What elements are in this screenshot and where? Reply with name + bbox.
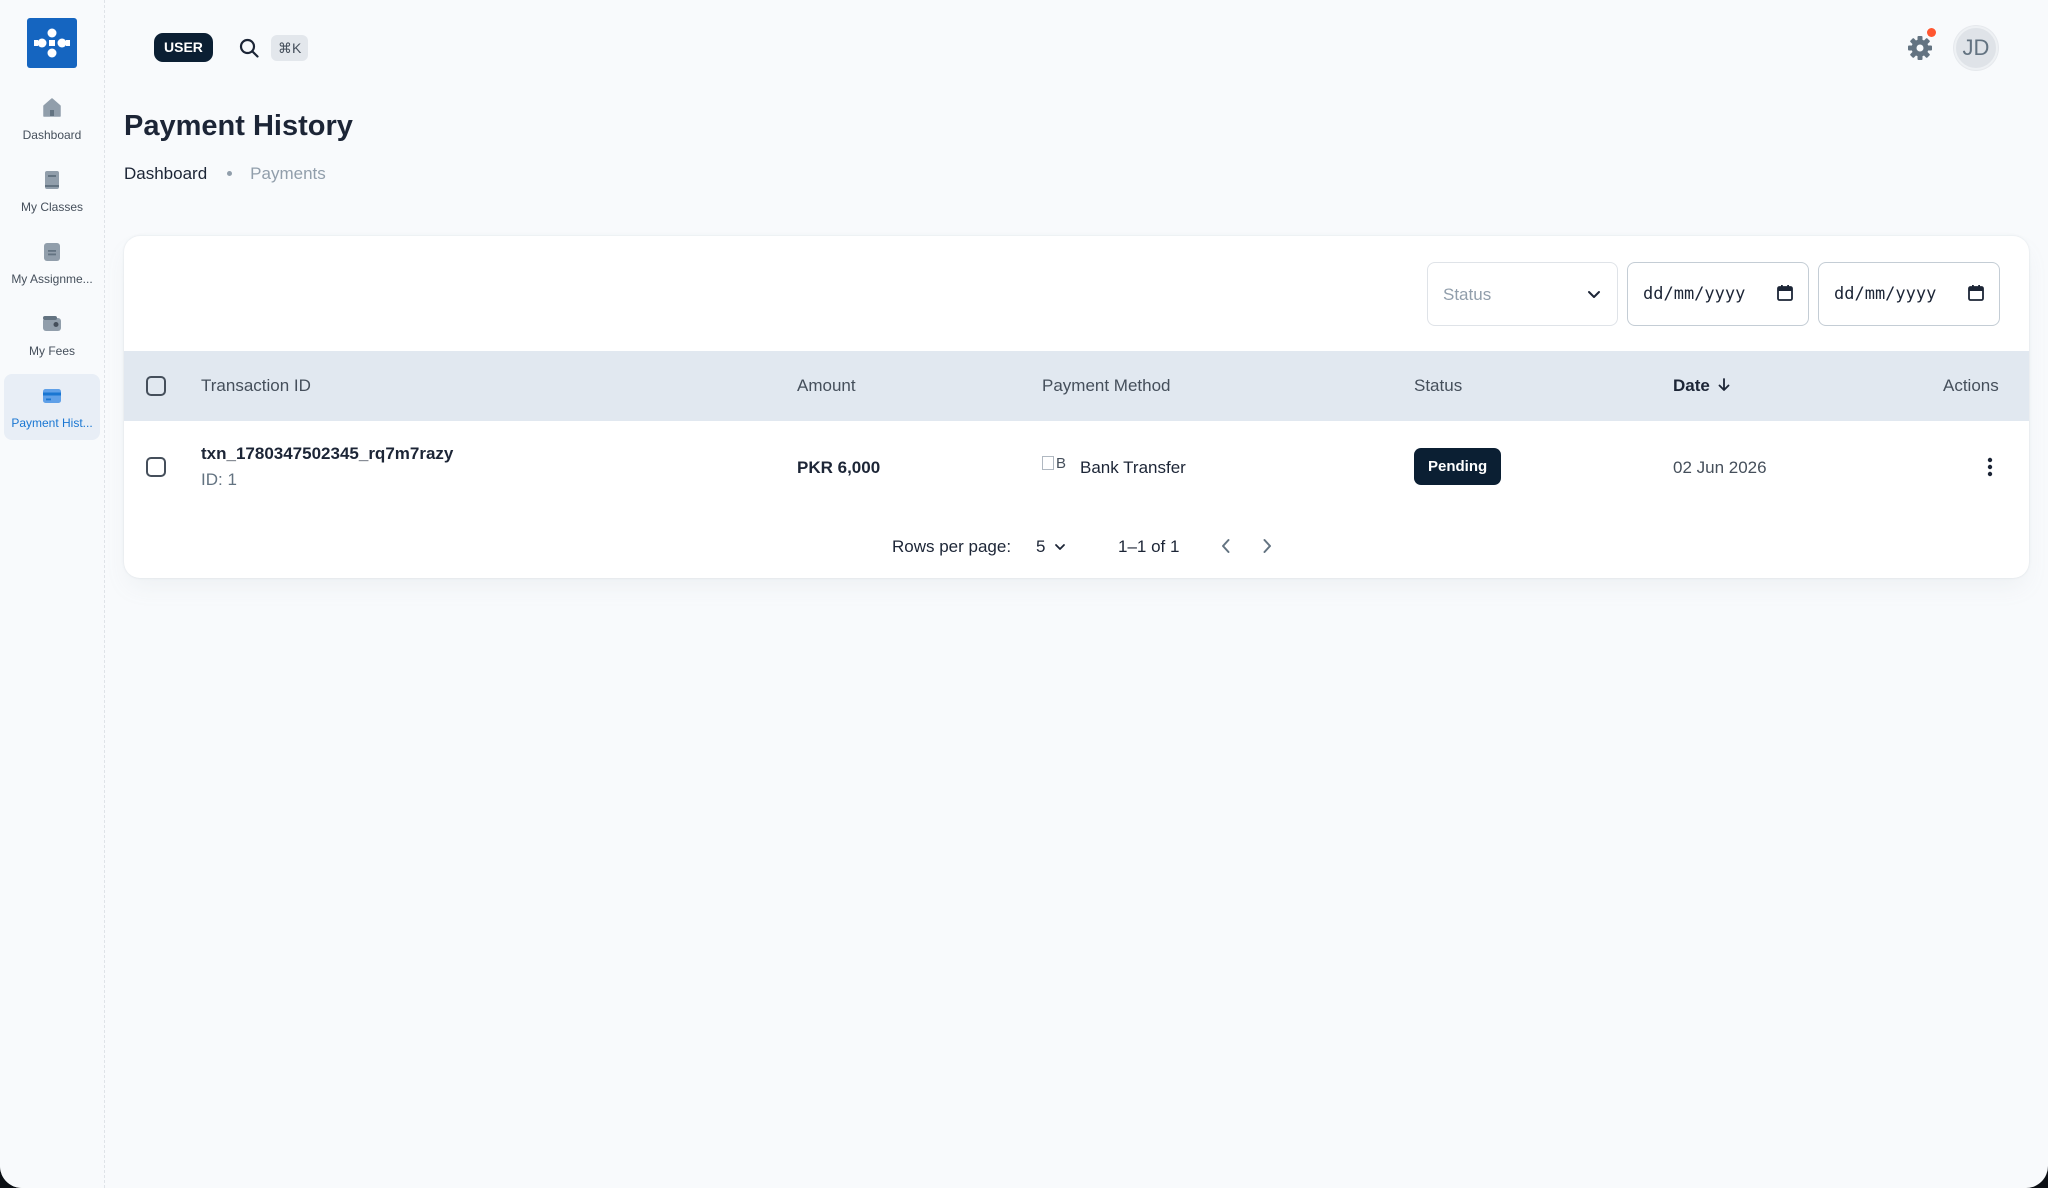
sidebar-item-my-assignments[interactable]: My Assignme... [4, 230, 100, 296]
chevron-down-icon [1588, 291, 1600, 298]
date-to-input[interactable]: dd/mm/yyyy [1818, 262, 2000, 326]
column-header-transaction-id[interactable]: Transaction ID [201, 376, 311, 396]
sidebar-item-label: My Fees [28, 344, 75, 358]
column-header-amount[interactable]: Amount [797, 376, 856, 396]
table-row[interactable]: txn_1780347502345_rq7m7razy ID: 1 PKR 6,… [124, 421, 2029, 513]
book-icon [45, 171, 59, 189]
column-header-actions: Actions [1943, 376, 1999, 395]
notification-dot [1927, 28, 1936, 37]
next-page-icon[interactable] [1256, 535, 1278, 557]
rows-per-page-label: Rows per page: [892, 537, 1012, 556]
transaction-id: txn_1780347502345_rq7m7razy [201, 444, 454, 463]
sidebar-item-my-fees[interactable]: My Fees [4, 302, 100, 368]
sidebar-item-payment-history[interactable]: Payment Hist... [4, 374, 100, 440]
app-logo[interactable] [27, 18, 77, 68]
breadcrumb: Dashboard Payments [124, 164, 326, 184]
sidebar-item-dashboard[interactable]: Dashboard [4, 86, 100, 152]
broken-image-icon [1042, 456, 1054, 470]
amount-value: PKR 6,000 [797, 458, 881, 477]
table-header-row: Transaction ID Amount Payment Method Sta… [124, 351, 2029, 421]
calendar-icon[interactable] [1776, 284, 1794, 302]
more-vertical-icon[interactable] [1978, 455, 2002, 479]
user-avatar[interactable]: JD [1954, 26, 1998, 70]
arrow-down-icon [1718, 378, 1730, 391]
sidebar-item-label: My Assignme... [11, 272, 93, 286]
sidebar-item-label: Dashboard [22, 128, 82, 142]
previous-page-icon[interactable] [1215, 535, 1237, 557]
date-from-input[interactable]: dd/mm/yyyy [1627, 262, 1809, 326]
payment-method-name: Bank Transfer [1080, 458, 1186, 477]
status-filter-select[interactable]: Status [1427, 262, 1618, 326]
sidebar-item-label: My Classes [20, 200, 83, 214]
column-header-payment-method[interactable]: Payment Method [1042, 376, 1171, 396]
status-filter-placeholder: Status [1443, 285, 1492, 304]
app-window: Dashboard My Classes My Assignme... My F… [0, 0, 2048, 1188]
search-shortcut-badge[interactable]: ⌘K [271, 35, 309, 61]
wallet-icon [43, 316, 61, 331]
table-pagination: Rows per page: 5 1–1 of 1 [124, 513, 2029, 578]
breadcrumb-dashboard-link[interactable]: Dashboard [124, 164, 207, 183]
role-chip: USER [154, 33, 213, 62]
sidebar-item-my-classes[interactable]: My Classes [4, 158, 100, 224]
search-icon[interactable] [237, 36, 261, 60]
column-header-status[interactable]: Status [1414, 376, 1462, 396]
payments-card: Status dd/mm/yyyy dd/mm/yyyy Transaction… [124, 236, 2029, 578]
transaction-row-id: ID: 1 [201, 470, 237, 489]
sidebar-item-label: Payment Hist... [11, 416, 93, 430]
transaction-date: 02 Jun 2026 [1673, 458, 1767, 477]
home-icon [43, 98, 61, 117]
chevron-down-icon[interactable] [1053, 540, 1067, 554]
calendar-icon[interactable] [1967, 284, 1985, 302]
column-header-date-label: Date [1673, 376, 1710, 395]
rows-per-page-select[interactable]: 5 [1036, 537, 1045, 557]
sidebar: Dashboard My Classes My Assignme... My F… [0, 0, 105, 1188]
breadcrumb-current: Payments [250, 164, 326, 183]
date-from-placeholder: dd/mm/yyyy [1643, 284, 1746, 304]
logo-icon [34, 28, 70, 58]
column-header-date[interactable]: Date [1673, 376, 1732, 396]
row-checkbox[interactable] [146, 457, 166, 477]
payment-method-image-alt: B [1056, 455, 1067, 472]
status-badge: Pending [1414, 448, 1502, 485]
document-icon [44, 243, 60, 261]
payment-method-image: B [1042, 455, 1072, 475]
credit-card-icon [43, 389, 61, 403]
breadcrumb-separator [227, 170, 233, 176]
pagination-range: 1–1 of 1 [1118, 537, 1180, 556]
select-all-checkbox[interactable] [146, 376, 166, 396]
date-to-placeholder: dd/mm/yyyy [1834, 284, 1937, 304]
page-title: Payment History [124, 110, 353, 142]
